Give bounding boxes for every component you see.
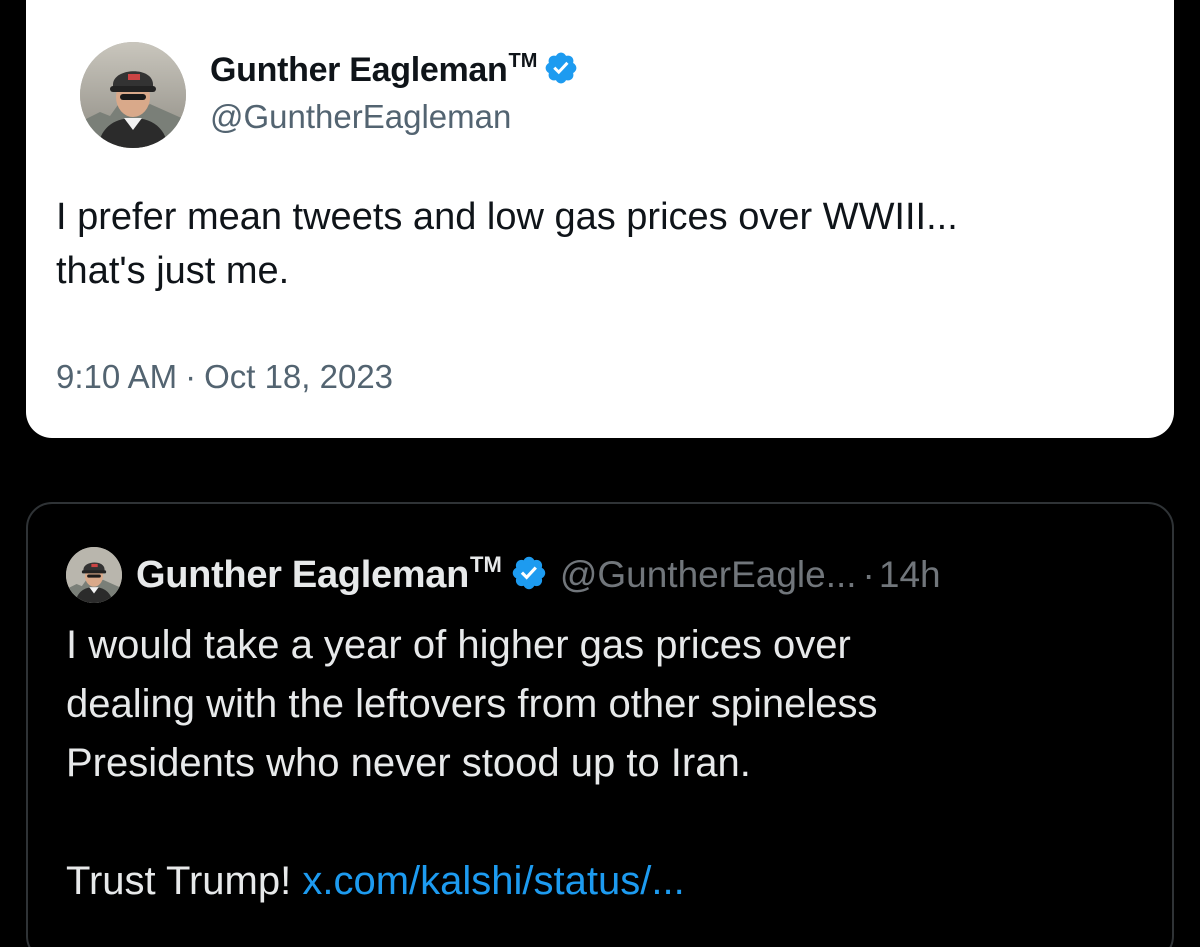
quoted-text-line: I would take a year of higher gas prices…	[66, 623, 851, 667]
tweet-time: 9:10 AM	[56, 358, 178, 395]
quoted-text-line: Trust Trump!	[66, 859, 292, 903]
quoted-text-line: Presidents who never stood up to Iran.	[66, 741, 751, 785]
verified-badge-icon	[543, 50, 579, 91]
separator-dot: ·	[862, 554, 875, 595]
quoted-tweet-header[interactable]: Gunther Eagleman TM @GuntherEagle... · 1…	[66, 546, 941, 604]
avatar-photo-icon	[80, 42, 186, 148]
tweet-text: I prefer mean tweets and low gas prices …	[56, 190, 1156, 298]
avatar[interactable]	[80, 42, 186, 148]
avatar-photo-icon	[66, 547, 122, 603]
quoted-text-final-line: Trust Trump! x.com/kalshi/status/...	[66, 852, 1136, 911]
author-name-row[interactable]: Gunther Eagleman TM	[210, 48, 579, 92]
trademark-symbol: TM	[508, 49, 538, 72]
author-handle[interactable]: @GuntherEagleman	[210, 98, 511, 136]
quoted-text-line: dealing with the leftovers from other sp…	[66, 682, 878, 726]
separator-dot: ·	[185, 358, 197, 395]
quoted-author-display-name[interactable]: Gunther Eagleman	[136, 554, 469, 597]
author-display-name[interactable]: Gunther Eagleman	[210, 51, 508, 90]
verified-badge-icon	[510, 554, 548, 597]
trademark-symbol: TM	[470, 552, 502, 577]
tweet-text-line: that's just me.	[56, 250, 290, 292]
screenshot-page: Gunther Eagleman TM @GuntherEagleman I p…	[0, 0, 1200, 947]
quoted-tweet-age[interactable]: 14h	[879, 554, 941, 596]
avatar[interactable]	[66, 547, 122, 603]
tweet-date: Oct 18, 2023	[204, 358, 394, 395]
tweet-timestamp[interactable]: 9:10 AM · Oct 18, 2023	[56, 358, 393, 396]
quoted-tweet-card[interactable]: Gunther Eagleman TM @GuntherEagle... · 1…	[26, 502, 1174, 947]
tweet-card[interactable]: Gunther Eagleman TM @GuntherEagleman I p…	[26, 0, 1174, 438]
quoted-author-handle[interactable]: @GuntherEagle...	[560, 554, 857, 596]
tweet-text-line: I prefer mean tweets and low gas prices …	[56, 196, 958, 238]
status-link[interactable]: x.com/kalshi/status/...	[302, 859, 684, 903]
quoted-tweet-text: I would take a year of higher gas prices…	[66, 616, 1136, 911]
